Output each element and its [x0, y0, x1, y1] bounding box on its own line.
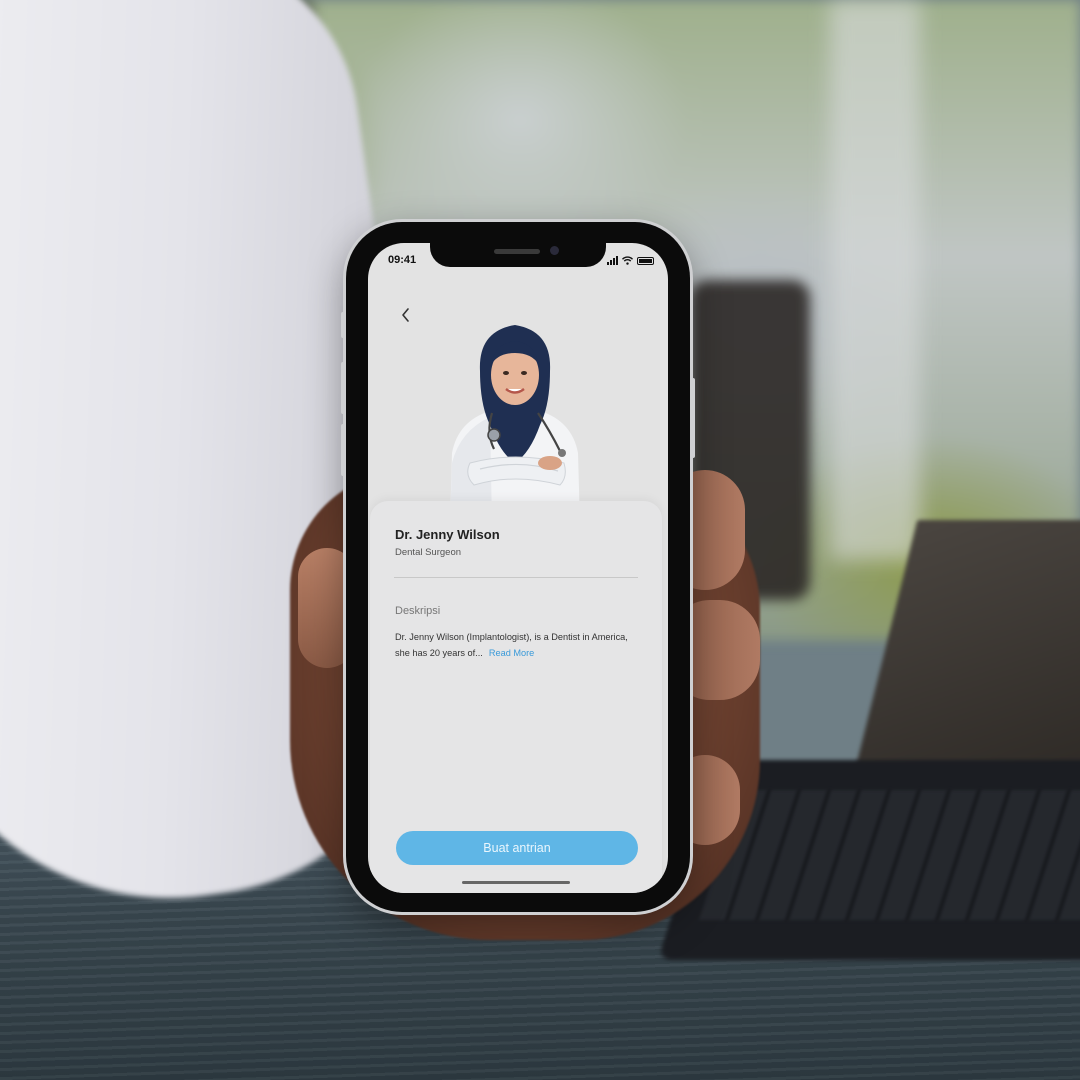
wifi-icon	[622, 256, 633, 265]
divider	[394, 577, 638, 578]
description-text: Dr. Jenny Wilson (Implantologist), is a …	[395, 629, 645, 661]
chevron-left-icon	[402, 308, 409, 322]
volume-up-button	[341, 362, 345, 414]
description-heading: Deskripsi	[395, 605, 441, 617]
status-icons	[607, 256, 654, 265]
battery-icon	[637, 257, 654, 265]
notch	[430, 243, 606, 267]
create-queue-button[interactable]: Buat antrian	[396, 831, 638, 865]
phone-screen: 09:41 Dr. Jenny Wilson Dental Surgeon De…	[368, 243, 668, 893]
mute-switch	[341, 312, 345, 338]
volume-down-button	[341, 424, 345, 476]
camera-icon	[550, 246, 559, 255]
doctor-name: Dr. Jenny Wilson	[395, 527, 500, 542]
doctor-specialty: Dental Surgeon	[395, 547, 462, 558]
status-time: 09:41	[388, 254, 417, 266]
read-more-link[interactable]: Read More	[489, 648, 534, 658]
laptop-keyboard	[698, 790, 1080, 920]
phone-device: 09:41 Dr. Jenny Wilson Dental Surgeon De…	[341, 222, 695, 912]
home-indicator[interactable]	[462, 881, 570, 884]
back-button[interactable]	[394, 303, 418, 327]
speaker	[494, 249, 540, 254]
cellular-signal-icon	[607, 256, 618, 265]
power-button	[691, 378, 695, 458]
backdrop-post	[830, 0, 920, 560]
doctor-photo	[450, 325, 580, 525]
